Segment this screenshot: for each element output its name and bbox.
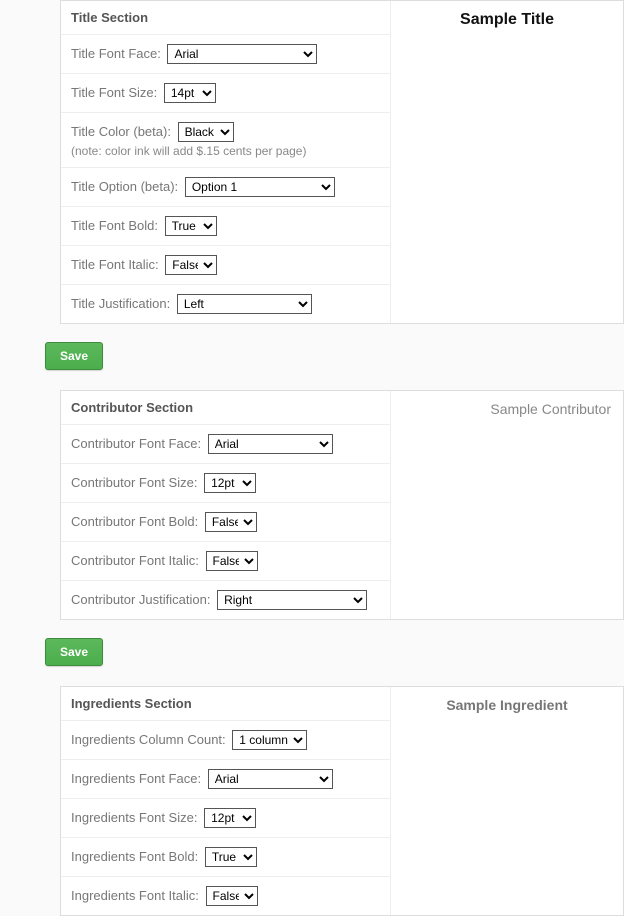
contributor-font-face-label: Contributor Font Face: <box>71 436 201 451</box>
save-button[interactable]: Save <box>45 638 103 666</box>
title-italic-select[interactable]: False <box>165 255 217 275</box>
title-option-select[interactable]: Option 1 <box>185 177 335 197</box>
ingredients-col-count-select[interactable]: 1 column <box>232 730 307 750</box>
ingredients-col-count-label: Ingredients Column Count: <box>71 732 226 747</box>
ingredients-font-size-row: Ingredients Font Size: 12pt <box>61 799 390 838</box>
ingredients-section-panel: Ingredients Section Ingredients Column C… <box>60 686 624 916</box>
contributor-justify-row: Contributor Justification: Right <box>61 581 390 619</box>
contributor-preview-text: Sample Contributor <box>391 401 623 417</box>
contributor-font-face-row: Contributor Font Face: Arial <box>61 425 390 464</box>
title-italic-label: Title Font Italic: <box>71 257 159 272</box>
title-justify-row: Title Justification: Left <box>61 285 390 323</box>
contributor-justify-select[interactable]: Right <box>217 590 367 610</box>
contributor-italic-row: Contributor Font Italic: False <box>61 542 390 581</box>
contributor-section-header: Contributor Section <box>61 391 390 425</box>
contributor-bold-row: Contributor Font Bold: False <box>61 503 390 542</box>
ingredients-section-header: Ingredients Section <box>61 687 390 721</box>
title-font-size-row: Title Font Size: 14pt <box>61 74 390 113</box>
title-option-row: Title Option (beta): Option 1 <box>61 168 390 207</box>
contributor-bold-label: Contributor Font Bold: <box>71 514 198 529</box>
title-color-label: Title Color (beta): <box>71 124 171 139</box>
contributor-form-column: Contributor Section Contributor Font Fac… <box>61 391 391 619</box>
ingredients-font-face-select[interactable]: Arial <box>208 769 333 789</box>
title-color-note: (note: color ink will add $.15 cents per… <box>71 144 380 158</box>
ingredients-preview-column: Sample Ingredient <box>391 687 623 915</box>
ingredients-bold-row: Ingredients Font Bold: True <box>61 838 390 877</box>
contributor-font-face-select[interactable]: Arial <box>208 434 333 454</box>
title-font-size-label: Title Font Size: <box>71 85 157 100</box>
contributor-font-size-select[interactable]: 12pt <box>204 473 256 493</box>
ingredients-italic-label: Ingredients Font Italic: <box>71 888 199 903</box>
title-bold-select[interactable]: True <box>165 216 217 236</box>
ingredients-italic-select[interactable]: False <box>206 886 258 906</box>
title-section-panel: Title Section Title Font Face: Arial Tit… <box>60 0 624 324</box>
contributor-italic-select[interactable]: False <box>206 551 258 571</box>
contributor-justify-label: Contributor Justification: <box>71 592 210 607</box>
title-color-select[interactable]: Black <box>178 122 234 142</box>
ingredients-preview-text: Sample Ingredient <box>446 697 567 713</box>
title-form-column: Title Section Title Font Face: Arial Tit… <box>61 1 391 323</box>
contributor-preview-column: Sample Contributor <box>391 391 623 619</box>
ingredients-bold-select[interactable]: True <box>205 847 257 867</box>
title-option-label: Title Option (beta): <box>71 179 178 194</box>
contributor-bold-select[interactable]: False <box>205 512 257 532</box>
title-font-face-select[interactable]: Arial <box>167 44 317 64</box>
title-color-row: Title Color (beta): Black (note: color i… <box>61 113 390 168</box>
title-font-face-label: Title Font Face: <box>71 46 161 61</box>
ingredients-font-size-select[interactable]: 12pt <box>204 808 256 828</box>
contributor-section-panel: Contributor Section Contributor Font Fac… <box>60 390 624 620</box>
title-font-size-select[interactable]: 14pt <box>164 83 216 103</box>
ingredients-form-column: Ingredients Section Ingredients Column C… <box>61 687 391 915</box>
ingredients-font-face-label: Ingredients Font Face: <box>71 771 201 786</box>
contributor-font-size-label: Contributor Font Size: <box>71 475 197 490</box>
title-preview-text: Sample Title <box>460 11 554 28</box>
title-font-face-row: Title Font Face: Arial <box>61 35 390 74</box>
ingredients-font-face-row: Ingredients Font Face: Arial <box>61 760 390 799</box>
ingredients-col-count-row: Ingredients Column Count: 1 column <box>61 721 390 760</box>
title-justify-select[interactable]: Left <box>177 294 312 314</box>
title-bold-row: Title Font Bold: True <box>61 207 390 246</box>
title-italic-row: Title Font Italic: False <box>61 246 390 285</box>
ingredients-italic-row: Ingredients Font Italic: False <box>61 877 390 915</box>
save-button[interactable]: Save <box>45 342 103 370</box>
contributor-font-size-row: Contributor Font Size: 12pt <box>61 464 390 503</box>
title-section-header: Title Section <box>61 1 390 35</box>
ingredients-bold-label: Ingredients Font Bold: <box>71 849 198 864</box>
title-preview-column: Sample Title <box>391 1 623 323</box>
contributor-italic-label: Contributor Font Italic: <box>71 553 199 568</box>
title-justify-label: Title Justification: <box>71 296 170 311</box>
title-bold-label: Title Font Bold: <box>71 218 158 233</box>
